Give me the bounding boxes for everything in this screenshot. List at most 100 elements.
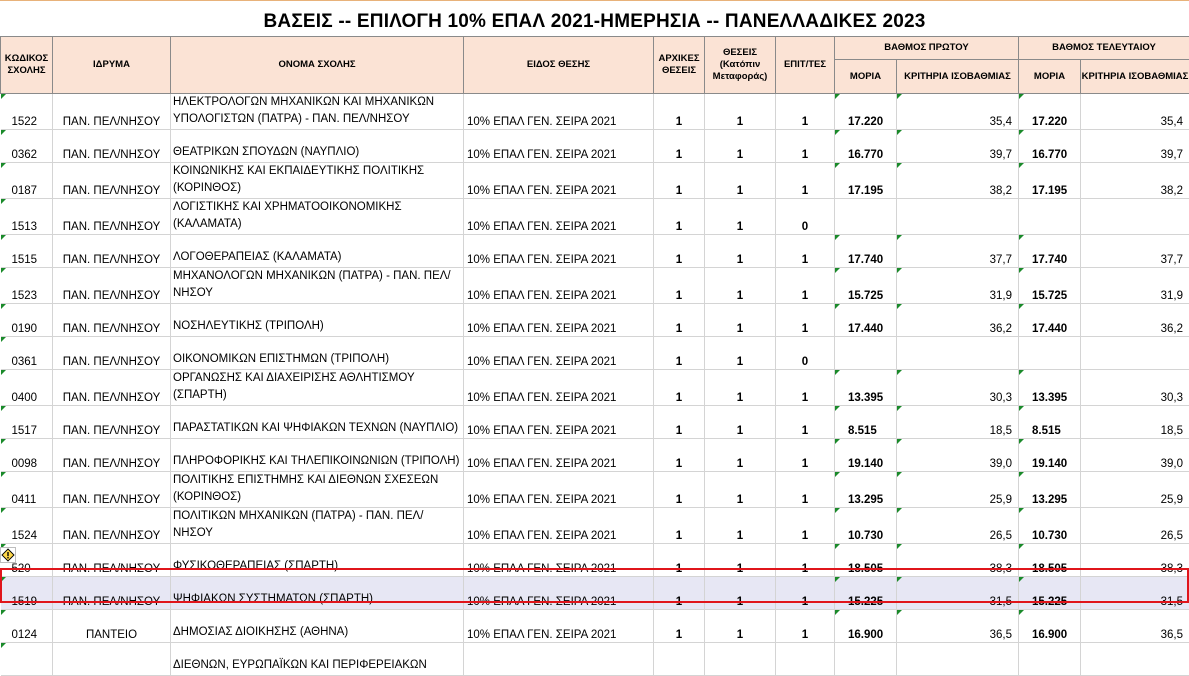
cell-initial-positions[interactable]: 1	[654, 199, 705, 235]
cell-initial-positions[interactable]: 1	[654, 472, 705, 508]
cell-institution[interactable]: ΠΑΝ. ΠΕΛ/ΝΗΣΟΥ	[53, 163, 171, 199]
cell-first-criteria[interactable]: 38,3	[897, 544, 1019, 577]
cell-positions-after[interactable]: 1	[705, 268, 776, 304]
cell-first-moria[interactable]: 10.730	[835, 508, 897, 544]
table-row[interactable]: 0362ΠΑΝ. ΠΕΛ/ΝΗΣΟΥΘΕΑΤΡΙΚΩΝ ΣΠΟΥΔΩΝ (ΝΑΥ…	[1, 130, 1189, 163]
cell-first-moria[interactable]: 15.725	[835, 268, 897, 304]
cell-last-moria[interactable]: 10.730	[1019, 508, 1081, 544]
cell-school-name[interactable]: ΛΟΓΙΣΤΙΚΗΣ ΚΑΙ ΧΡΗΜΑΤΟΟΙΚΟΝΟΜΙΚΗΣ (ΚΑΛΑΜ…	[171, 199, 464, 235]
cell-positions-after[interactable]: 1	[705, 199, 776, 235]
cell-code[interactable]: 0124	[1, 610, 53, 643]
table-row[interactable]: 520ΠΑΝ. ΠΕΛ/ΝΗΣΟΥΦΥΣΙΚΟΘΕΡΑΠΕΙΑΣ (ΣΠΑΡΤΗ…	[1, 544, 1189, 577]
cell-positions-after[interactable]: 1	[705, 304, 776, 337]
cell-passed[interactable]: 1	[776, 130, 835, 163]
cell-passed[interactable]: 1	[776, 406, 835, 439]
cell-last-criteria[interactable]: 37,7	[1081, 235, 1189, 268]
cell-initial-positions[interactable]: 1	[654, 304, 705, 337]
cell-positions-after[interactable]: 1	[705, 544, 776, 577]
cell-passed[interactable]: 1	[776, 508, 835, 544]
table-row[interactable]: 1519ΠΑΝ. ΠΕΛ/ΝΗΣΟΥΨΗΦΙΑΚΩΝ ΣΥΣΤΗΜΑΤΩΝ (Σ…	[1, 577, 1189, 610]
cell-school-name[interactable]: ΝΟΣΗΛΕΥΤΙΚΗΣ (ΤΡΙΠΟΛΗ)	[171, 304, 464, 337]
header-last-score-group[interactable]: ΒΑΘΜΟΣ ΤΕΛΕΥΤΑΙΟΥ	[1019, 37, 1189, 60]
cell-school-name[interactable]: ΦΥΣΙΚΟΘΕΡΑΠΕΙΑΣ (ΣΠΑΡΤΗ)	[171, 544, 464, 577]
cell-last-moria[interactable]: 16.770	[1019, 130, 1081, 163]
cell-last-moria[interactable]: 8.515	[1019, 406, 1081, 439]
cell-last-moria[interactable]: 15.725	[1019, 268, 1081, 304]
cell-last-criteria[interactable]: 38,2	[1081, 163, 1189, 199]
cell-passed[interactable]: 1	[776, 94, 835, 130]
cell-last-criteria[interactable]: 31,5	[1081, 577, 1189, 610]
cell-passed[interactable]: 1	[776, 472, 835, 508]
table-row[interactable]: 0098ΠΑΝ. ΠΕΛ/ΝΗΣΟΥΠΛΗΡΟΦΟΡΙΚΗΣ ΚΑΙ ΤΗΛΕΠ…	[1, 439, 1189, 472]
cell-position-type[interactable]: 10% ΕΠΑΛ ΓΕΝ. ΣΕΙΡΑ 2021	[464, 472, 654, 508]
cell-initial-positions[interactable]: 1	[654, 439, 705, 472]
cell-first-criteria[interactable]	[897, 337, 1019, 370]
cell-first-criteria[interactable]: 38,2	[897, 163, 1019, 199]
cell-institution[interactable]: ΠΑΝ. ΠΕΛ/ΝΗΣΟΥ	[53, 439, 171, 472]
cell-passed[interactable]: 1	[776, 235, 835, 268]
table-row[interactable]: 0187ΠΑΝ. ΠΕΛ/ΝΗΣΟΥΚΟΙΝΩΝΙΚΗΣ ΚΑΙ ΕΚΠΑΙΔΕ…	[1, 163, 1189, 199]
cell-positions-after[interactable]: 1	[705, 130, 776, 163]
cell-first-criteria[interactable]: 35,4	[897, 94, 1019, 130]
table-row[interactable]: 0400ΠΑΝ. ΠΕΛ/ΝΗΣΟΥΟΡΓΑΝΩΣΗΣ ΚΑΙ ΔΙΑΧΕΙΡΙ…	[1, 370, 1189, 406]
cell-last-criteria[interactable]: 36,5	[1081, 610, 1189, 643]
cell-code[interactable]: 0098	[1, 439, 53, 472]
cell-last-criteria[interactable]: 35,4	[1081, 94, 1189, 130]
cell-passed[interactable]: 0	[776, 199, 835, 235]
cell-code[interactable]: 1519	[1, 577, 53, 610]
cell-last-moria[interactable]: 13.395	[1019, 370, 1081, 406]
cell-passed[interactable]: 1	[776, 577, 835, 610]
cell-code[interactable]: 1522	[1, 94, 53, 130]
cell-positions-after[interactable]: 1	[705, 337, 776, 370]
cell-last-criteria[interactable]	[1081, 337, 1189, 370]
cell-position-type[interactable]: 10% ΕΠΑΛ ΓΕΝ. ΣΕΙΡΑ 2021	[464, 268, 654, 304]
cell-school-name[interactable]: ΗΛΕΚΤΡΟΛΟΓΩΝ ΜΗΧΑΝΙΚΩΝ ΚΑΙ ΜΗΧΑΝΙΚΩΝ ΥΠΟ…	[171, 94, 464, 130]
cell-first-criteria[interactable]: 18,5	[897, 406, 1019, 439]
cell-institution[interactable]: ΠΑΝ. ΠΕΛ/ΝΗΣΟΥ	[53, 406, 171, 439]
header-passed[interactable]: ΕΠΙΤ/ΤΕΣ	[776, 37, 835, 94]
cell-position-type[interactable]: 10% ΕΠΑΛ ΓΕΝ. ΣΕΙΡΑ 2021	[464, 163, 654, 199]
header-position-type[interactable]: ΕΙΔΟΣ ΘΕΣΗΣ	[464, 37, 654, 94]
cell-first-criteria[interactable]: 36,2	[897, 304, 1019, 337]
cell-last-moria[interactable]: 18.505	[1019, 544, 1081, 577]
cell-first-moria[interactable]: 8.515	[835, 406, 897, 439]
cell-code[interactable]: 1515	[1, 235, 53, 268]
cell-initial-positions[interactable]: 1	[654, 337, 705, 370]
cell-first-criteria[interactable]: 39,0	[897, 439, 1019, 472]
cell-first-moria[interactable]	[835, 199, 897, 235]
header-code[interactable]: ΚΩΔΙΚΟΣ ΣΧΟΛΗΣ	[1, 37, 53, 94]
cell-institution[interactable]: ΠΑΝ. ΠΕΛ/ΝΗΣΟΥ	[53, 544, 171, 577]
cell-initial-positions[interactable]: 1	[654, 130, 705, 163]
cell-institution[interactable]: ΠΑΝ. ΠΕΛ/ΝΗΣΟΥ	[53, 94, 171, 130]
cell-first-moria[interactable]	[835, 337, 897, 370]
cell-passed[interactable]: 1	[776, 610, 835, 643]
cell-positions-after[interactable]	[705, 643, 776, 676]
header-initial-positions[interactable]: ΑΡΧΙΚΕΣ ΘΕΣΕΙΣ	[654, 37, 705, 94]
cell-institution[interactable]: ΠΑΝ. ΠΕΛ/ΝΗΣΟΥ	[53, 235, 171, 268]
cell-position-type[interactable]: 10% ΕΠΑΛ ΓΕΝ. ΣΕΙΡΑ 2021	[464, 439, 654, 472]
cell-positions-after[interactable]: 1	[705, 235, 776, 268]
cell-position-type[interactable]	[464, 643, 654, 676]
cell-first-moria[interactable]: 19.140	[835, 439, 897, 472]
cell-last-criteria[interactable]: 39,7	[1081, 130, 1189, 163]
cell-position-type[interactable]: 10% ΕΠΑΛ ΓΕΝ. ΣΕΙΡΑ 2021	[464, 199, 654, 235]
cell-first-moria[interactable]: 17.195	[835, 163, 897, 199]
cell-positions-after[interactable]: 1	[705, 577, 776, 610]
cell-first-moria[interactable]: 17.740	[835, 235, 897, 268]
cell-initial-positions[interactable]: 1	[654, 577, 705, 610]
cell-initial-positions[interactable]: 1	[654, 406, 705, 439]
cell-last-moria[interactable]: 19.140	[1019, 439, 1081, 472]
cell-position-type[interactable]: 10% ΕΠΑΛ ΓΕΝ. ΣΕΙΡΑ 2021	[464, 304, 654, 337]
cell-initial-positions[interactable]: 1	[654, 610, 705, 643]
cell-last-moria[interactable]: 15.225	[1019, 577, 1081, 610]
cell-last-moria[interactable]: 17.195	[1019, 163, 1081, 199]
cell-first-moria[interactable]: 16.770	[835, 130, 897, 163]
cell-first-criteria[interactable]: 31,5	[897, 577, 1019, 610]
cell-last-criteria[interactable]: 30,3	[1081, 370, 1189, 406]
header-school-name[interactable]: ΟΝΟΜΑ ΣΧΟΛΗΣ	[171, 37, 464, 94]
cell-institution[interactable]: ΠΑΝ. ΠΕΛ/ΝΗΣΟΥ	[53, 304, 171, 337]
table-row[interactable]: ΔΙΕΘΝΩΝ, ΕΥΡΩΠΑΪΚΩΝ ΚΑΙ ΠΕΡΙΦΕΡΕΙΑΚΩΝ	[1, 643, 1189, 676]
cell-first-moria[interactable]: 16.900	[835, 610, 897, 643]
header-first-moria[interactable]: ΜΟΡΙΑ	[835, 60, 897, 94]
cell-initial-positions[interactable]: 1	[654, 544, 705, 577]
